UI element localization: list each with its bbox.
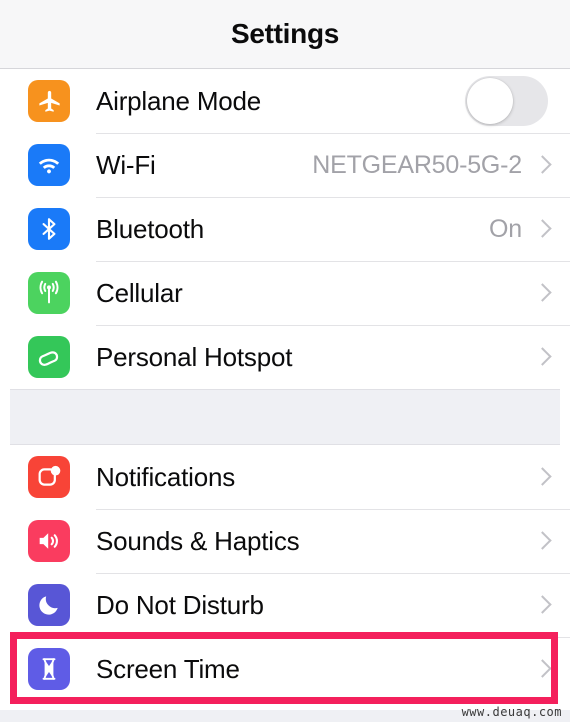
hourglass-icon	[28, 648, 70, 690]
settings-row-label: Airplane Mode	[96, 85, 262, 116]
settings-screen: Settings Airplane Mode Wi-Fi NETGEAR50-5…	[0, 0, 570, 722]
settings-row-notifications[interactable]: Notifications	[0, 445, 570, 509]
settings-row-airplane-mode[interactable]: Airplane Mode	[0, 69, 570, 133]
page-title: Settings	[230, 18, 340, 49]
row-accessory	[536, 467, 548, 488]
settings-row-personal-hotspot[interactable]: Personal Hotspot	[0, 325, 570, 389]
settings-row-do-not-disturb[interactable]: Do Not Disturb	[0, 573, 570, 637]
notifications-icon	[28, 456, 70, 498]
chevron-right-icon	[536, 283, 548, 304]
settings-row-cellular[interactable]: Cellular	[0, 261, 570, 325]
settings-row-label: Screen Time	[96, 653, 240, 684]
toggle-knob	[467, 78, 513, 124]
settings-table: Airplane Mode Wi-Fi NETGEAR50-5G-2 Bluet…	[0, 69, 570, 701]
settings-row-sounds-haptics[interactable]: Sounds & Haptics	[0, 509, 570, 573]
settings-row-label: Bluetooth	[96, 213, 205, 244]
section-connectivity: Airplane Mode Wi-Fi NETGEAR50-5G-2 Bluet…	[0, 69, 570, 389]
row-accessory	[536, 595, 548, 616]
row-accessory: On	[489, 215, 548, 244]
settings-row-label: Cellular	[96, 277, 183, 308]
settings-row-label: Wi-Fi	[96, 149, 156, 180]
row-accessory: NETGEAR50-5G-2	[312, 151, 548, 180]
chevron-right-icon	[536, 219, 548, 240]
wifi-network-value: NETGEAR50-5G-2	[312, 150, 522, 179]
airplane-icon	[28, 80, 70, 122]
chevron-right-icon	[536, 595, 548, 616]
row-accessory	[536, 531, 548, 552]
bluetooth-state-value: On	[489, 214, 522, 243]
settings-row-wifi[interactable]: Wi-Fi NETGEAR50-5G-2	[0, 133, 570, 197]
chevron-right-icon	[536, 155, 548, 176]
airplane-mode-toggle[interactable]	[465, 76, 548, 126]
cellular-icon	[28, 272, 70, 314]
row-accessory	[536, 347, 548, 368]
watermark: www.deuaq.com	[461, 705, 562, 719]
chevron-right-icon	[536, 659, 548, 680]
hotspot-icon	[28, 336, 70, 378]
section-alerts: Notifications Sounds & Haptics Do Not Di…	[0, 445, 570, 701]
settings-row-label: Notifications	[96, 461, 236, 492]
settings-row-label: Sounds & Haptics	[96, 525, 300, 556]
bluetooth-icon	[28, 208, 70, 250]
settings-row-label: Personal Hotspot	[96, 341, 293, 372]
row-accessory	[536, 659, 548, 680]
moon-icon	[28, 584, 70, 626]
chevron-right-icon	[536, 531, 548, 552]
section-separator-gap	[10, 389, 560, 445]
wifi-icon	[28, 144, 70, 186]
chevron-right-icon	[536, 347, 548, 368]
row-accessory	[465, 76, 548, 126]
chevron-right-icon	[536, 467, 548, 488]
settings-row-bluetooth[interactable]: Bluetooth On	[0, 197, 570, 261]
row-accessory	[536, 283, 548, 304]
settings-row-label: Do Not Disturb	[96, 589, 264, 620]
sounds-icon	[28, 520, 70, 562]
settings-row-screen-time[interactable]: Screen Time	[0, 637, 570, 701]
navigation-bar: Settings	[0, 0, 570, 69]
